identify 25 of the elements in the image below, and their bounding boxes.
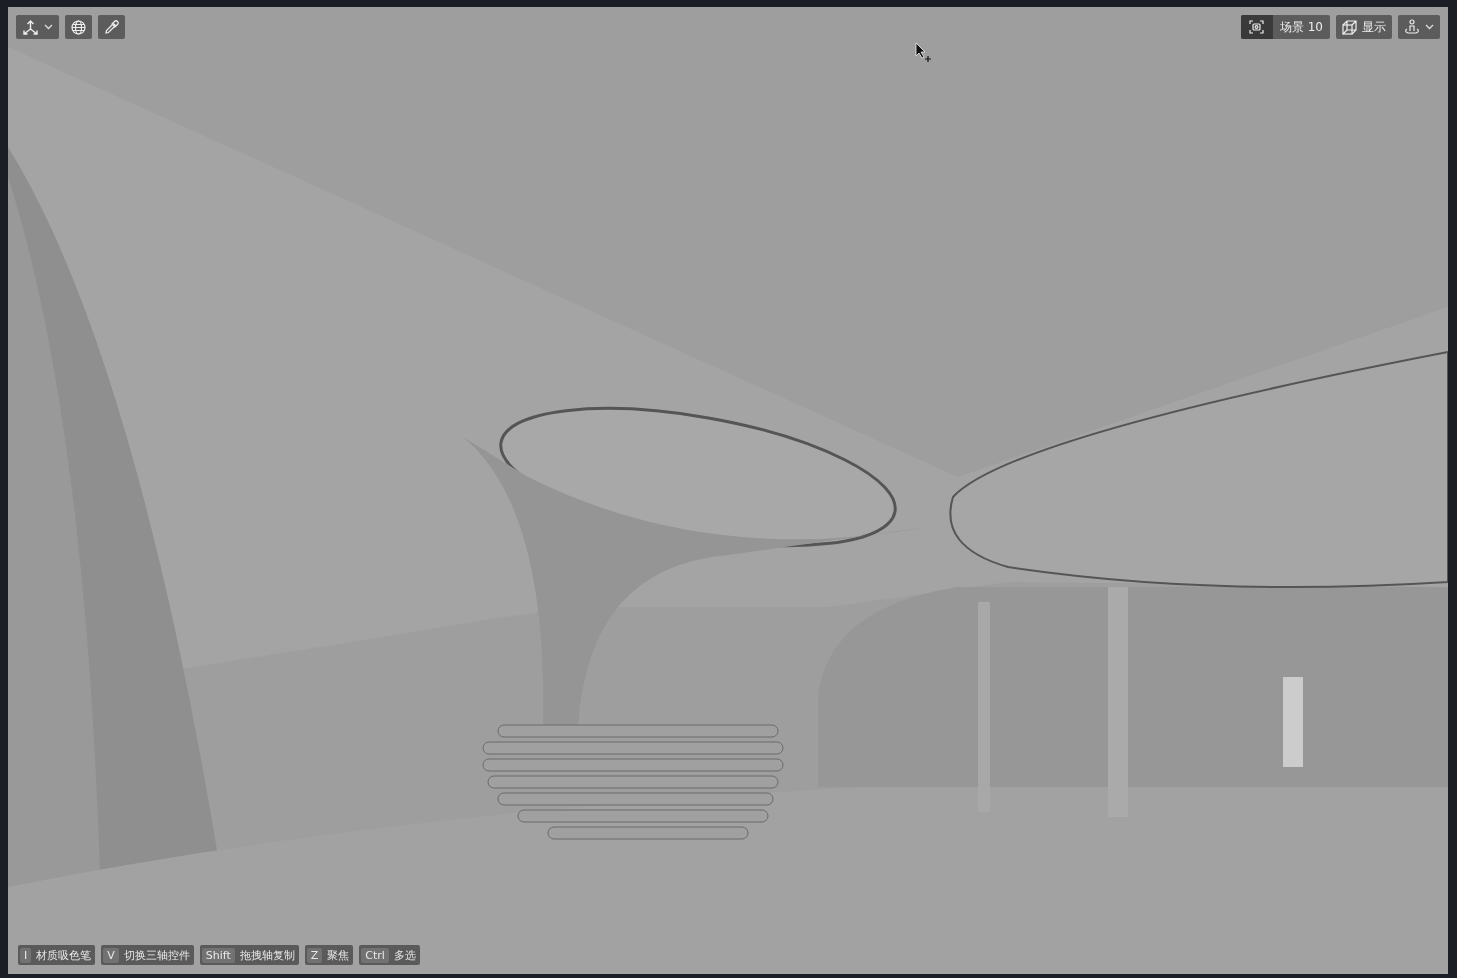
globe-button[interactable] (65, 15, 92, 39)
eyedropper-icon (104, 19, 119, 35)
person-orbit-icon (1404, 19, 1420, 35)
cursor-icon (915, 42, 933, 64)
key-cap: Shift (201, 947, 235, 963)
key-cap: Ctrl (361, 947, 389, 963)
eyedropper-button[interactable] (98, 15, 125, 39)
caret-icon (1425, 24, 1434, 30)
scene-button[interactable]: 场景 10 (1240, 15, 1330, 39)
caret-icon (44, 24, 53, 30)
cube-icon (1342, 19, 1357, 35)
globe-icon (71, 19, 86, 35)
key-cap: Z (306, 947, 323, 963)
display-button[interactable]: 显示 (1336, 15, 1392, 39)
shortcut-label: 多选 (393, 947, 416, 963)
shortcut-label: 切换三轴控件 (123, 947, 190, 963)
key-cap: V (103, 947, 119, 963)
axis-gizmo-icon (22, 18, 39, 36)
shortcut-label: 聚焦 (327, 947, 350, 963)
axis-mode-dropdown[interactable] (16, 15, 59, 39)
key-cap: I (20, 947, 32, 963)
frame-icon (1249, 20, 1265, 34)
camera-dropdown[interactable] (1398, 15, 1440, 39)
shortcut-label: 材质吸色笔 (36, 947, 92, 963)
shortcut-label: 拖拽轴复制 (239, 947, 295, 963)
